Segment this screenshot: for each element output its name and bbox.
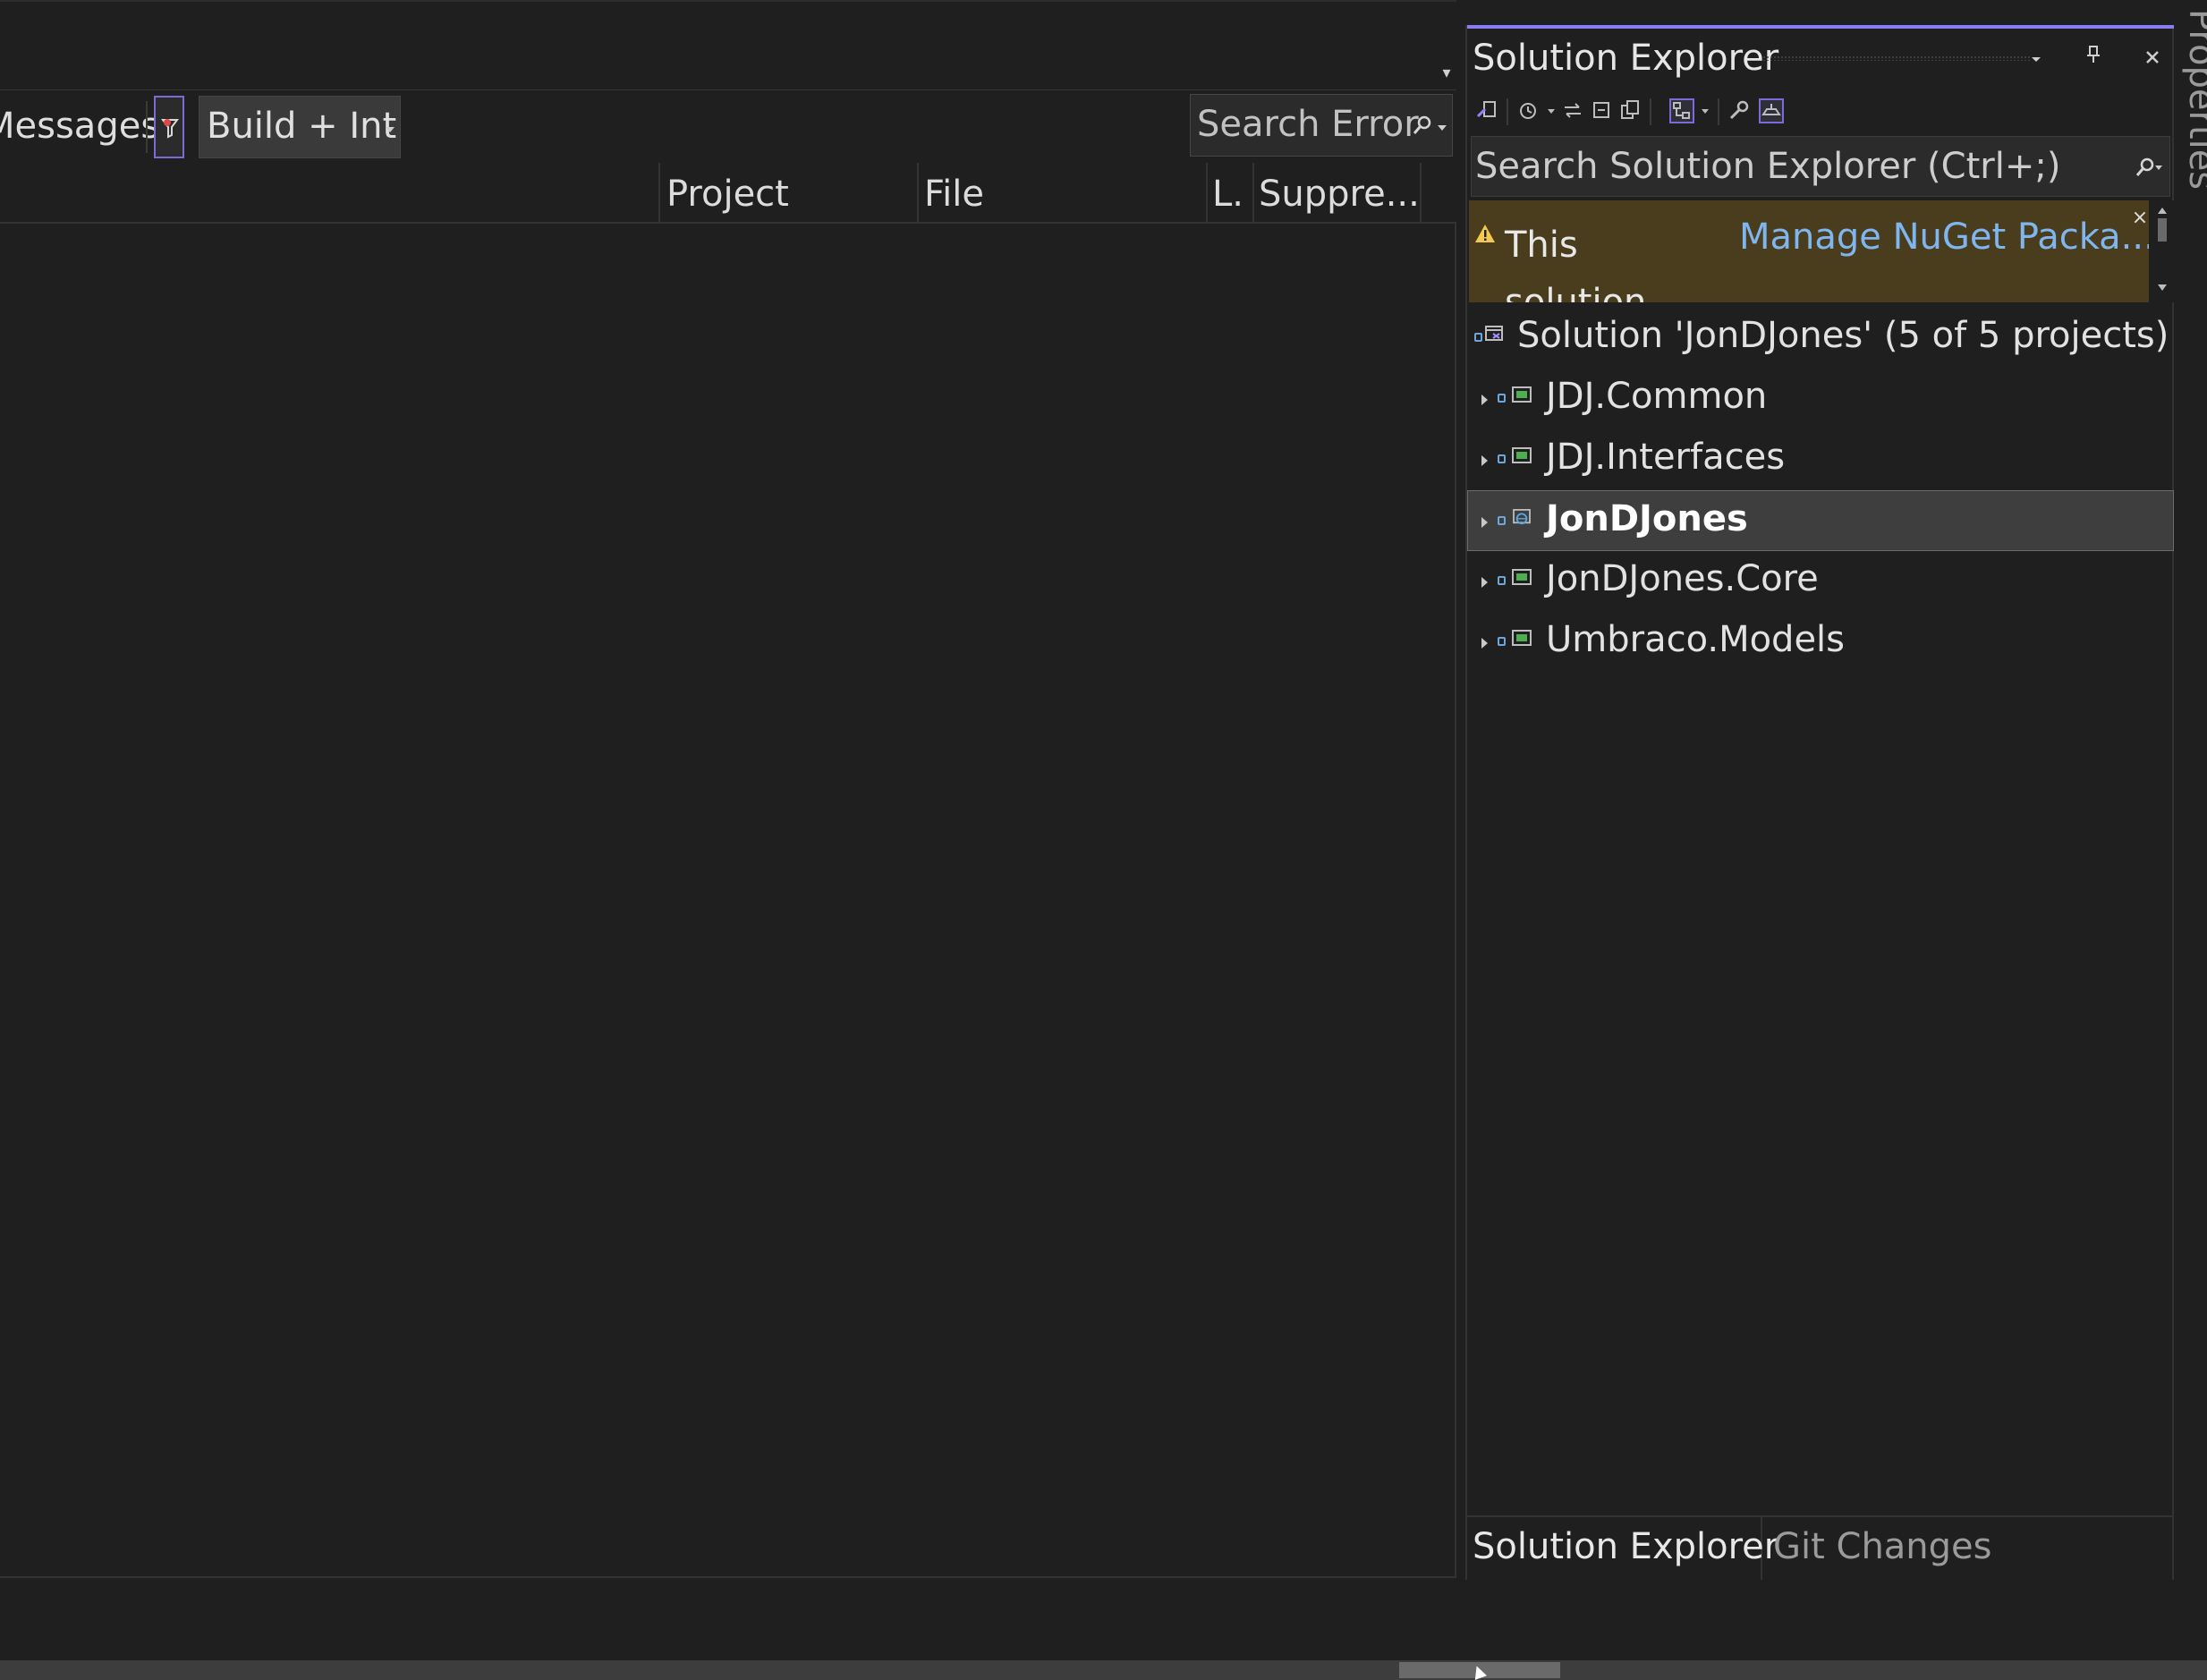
lock-icon — [1474, 333, 1482, 342]
column-divider[interactable] — [917, 163, 919, 224]
pending-changes-filter-icon[interactable] — [1515, 98, 1541, 123]
lock-icon — [1498, 516, 1506, 525]
warning-icon — [1475, 225, 1495, 242]
lock-icon — [1498, 576, 1506, 585]
copy-icon[interactable] — [1617, 98, 1643, 123]
lock-icon — [1498, 394, 1506, 403]
column-header-line[interactable]: L. — [1212, 174, 1244, 215]
web-project-icon — [1513, 509, 1531, 525]
error-list-header: Project File L. Suppre... — [0, 163, 1456, 224]
error-search-placeholder: Search Error — [1197, 104, 1419, 145]
tree-item-project-selected[interactable]: JonDJones — [1467, 490, 2174, 551]
search-icon — [2135, 157, 2154, 176]
tree-item-label: JonDJones.Core — [1546, 558, 1819, 599]
expand-arrow-icon[interactable] — [1481, 455, 1488, 466]
column-divider[interactable] — [1420, 163, 1422, 224]
tree-item-label: Solution 'JonDJones' (5 of 5 projects) — [1517, 315, 2169, 356]
tree-item-label: JDJ.Interfaces — [1546, 437, 1786, 478]
solution-search-placeholder: Search Solution Explorer (Ctrl+;) — [1475, 146, 2061, 187]
tree-item-label: JonDJones — [1546, 498, 1748, 539]
filter-button[interactable] — [154, 96, 184, 158]
csharp-library-icon — [1512, 447, 1532, 463]
error-search-input[interactable]: Search Error — [1190, 94, 1453, 157]
error-list-body[interactable] — [0, 224, 1456, 1578]
csharp-library-icon — [1512, 630, 1532, 646]
search-icon — [1413, 115, 1431, 134]
solution-search-input[interactable]: Search Solution Explorer (Ctrl+;) — [1471, 136, 2170, 197]
show-all-files-icon[interactable] — [1669, 98, 1694, 123]
horizontal-scrollbar[interactable] — [0, 1660, 2207, 1680]
error-list-toolbar: Messages Build + Int Search Error — [0, 89, 1456, 163]
column-header-project[interactable]: Project — [666, 174, 789, 215]
expand-arrow-icon[interactable] — [1481, 638, 1488, 649]
toolbar-separator — [146, 101, 148, 153]
tree-item-project[interactable]: Umbraco.Models — [1467, 612, 2174, 673]
tree-item-label: Umbraco.Models — [1546, 619, 1846, 660]
tree-item-project[interactable]: JDJ.Common — [1467, 369, 2174, 429]
column-divider[interactable] — [658, 163, 660, 224]
window-position-dropdown[interactable] — [2020, 41, 2052, 73]
chevron-down-icon — [2032, 57, 2041, 62]
drag-grip[interactable] — [1762, 55, 2031, 61]
column-header-suppression[interactable]: Suppre... — [1259, 174, 1420, 215]
chevron-down-icon[interactable] — [1548, 109, 1555, 114]
ide-window: ▾ Messages Build + Int Search Error Proj… — [0, 0, 2207, 1680]
solution-explorer-toolbar — [1467, 89, 2174, 134]
messages-toggle[interactable]: Messages — [0, 106, 159, 147]
collapse-all-icon[interactable] — [1589, 98, 1614, 123]
scroll-up-icon[interactable] — [2158, 208, 2167, 214]
preview-selected-items-icon[interactable] — [1759, 98, 1784, 123]
toolbar-separator — [1650, 98, 1651, 125]
build-intellisense-dropdown[interactable]: Build + Int — [199, 96, 401, 158]
csharp-library-icon — [1512, 569, 1532, 585]
expand-arrow-icon[interactable] — [1481, 517, 1488, 528]
column-divider[interactable] — [1206, 163, 1208, 224]
properties-wrench-icon[interactable] — [1727, 98, 1752, 123]
build-dropdown-label: Build + Int — [207, 106, 397, 147]
tree-item-label: JDJ.Common — [1546, 376, 1768, 417]
active-panel-accent — [1467, 25, 2174, 29]
lock-icon — [1498, 637, 1506, 646]
info-banner: This solution contains Manage NuGet Pack… — [1469, 200, 2149, 302]
banner-message: This solution contains — [1505, 225, 1647, 302]
chevron-down-icon[interactable]: ▾ — [1438, 64, 1456, 82]
panel-title: Solution Explorer — [1473, 38, 1779, 79]
sync-with-active-document-icon[interactable] — [1560, 98, 1585, 123]
chevron-down-icon — [1438, 125, 1447, 131]
solution-explorer-tabs: Solution Explorer Git Changes — [1467, 1515, 2174, 1582]
status-area — [0, 1580, 2207, 1660]
expand-arrow-icon[interactable] — [1481, 395, 1488, 405]
expand-arrow-icon[interactable] — [1481, 577, 1488, 588]
column-divider[interactable] — [1252, 163, 1254, 224]
switch-views-icon[interactable] — [1474, 98, 1499, 123]
pin-icon — [2087, 46, 2100, 63]
scroll-thumb[interactable] — [2158, 218, 2167, 242]
properties-side-tab[interactable]: Properties — [2179, 0, 2207, 233]
filter-icon — [161, 119, 179, 139]
close-icon — [2146, 51, 2159, 64]
tree-item-project[interactable]: JonDJones.Core — [1467, 551, 2174, 612]
solution-icon — [1485, 326, 1503, 341]
properties-tab-label: Properties — [2181, 9, 2207, 191]
pin-button[interactable] — [2077, 41, 2109, 73]
close-button[interactable] — [2136, 41, 2169, 73]
toolbar-separator — [1718, 98, 1719, 125]
chevron-down-icon — [386, 127, 395, 132]
error-list-title-strip: ▾ — [0, 0, 1456, 89]
tree-item-solution[interactable]: Solution 'JonDJones' (5 of 5 projects) — [1467, 308, 2174, 369]
tab-git-changes[interactable]: Git Changes — [1768, 1517, 1998, 1582]
toolbar-separator — [1507, 98, 1508, 125]
scroll-down-icon[interactable] — [2158, 284, 2167, 291]
manage-nuget-link[interactable]: Manage NuGet Packa... — [1739, 216, 2149, 258]
tree-item-project[interactable]: JDJ.Interfaces — [1467, 429, 2174, 490]
chevron-down-icon[interactable] — [1702, 109, 1709, 114]
banner-scrollbar[interactable] — [2151, 200, 2174, 302]
chevron-down-icon — [2155, 165, 2162, 170]
lock-icon — [1498, 454, 1506, 463]
solution-explorer-panel: Solution Explorer Search Solution Explor… — [1465, 25, 2174, 1582]
close-icon[interactable]: × — [2131, 208, 2149, 228]
column-header-file[interactable]: File — [924, 174, 984, 215]
csharp-library-icon — [1512, 386, 1532, 403]
tab-solution-explorer[interactable]: Solution Explorer — [1467, 1517, 1778, 1582]
